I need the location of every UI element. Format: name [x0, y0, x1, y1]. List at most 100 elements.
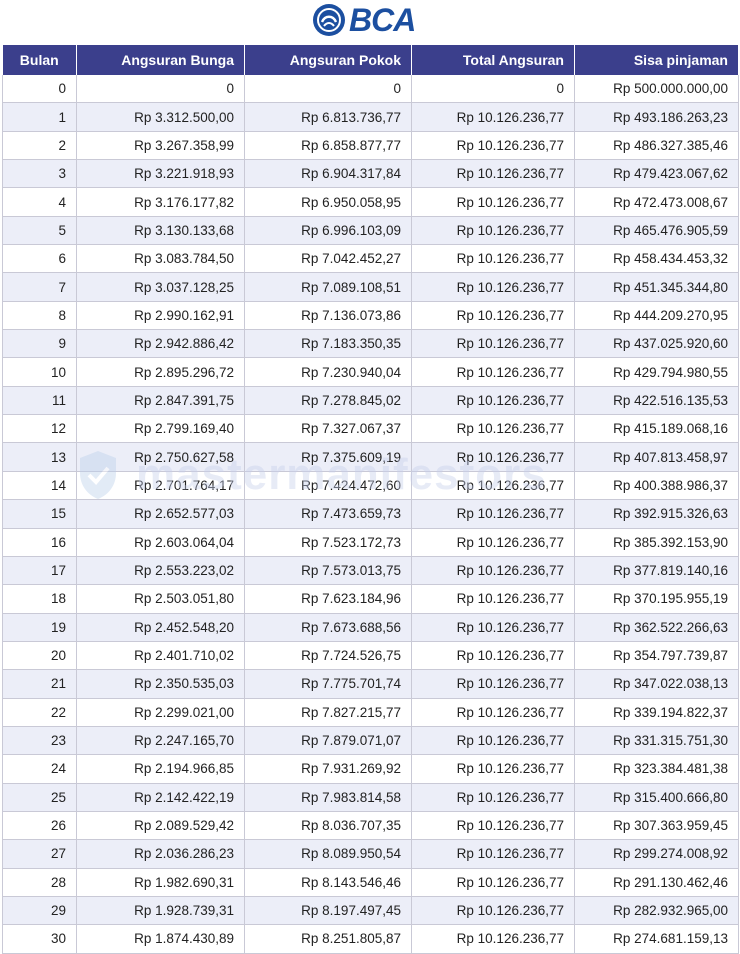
cell-angsuran-bunga: Rp 3.176.177,82	[76, 187, 245, 217]
cell-bulan: 18	[2, 584, 77, 614]
cell-sisa-pinjaman: Rp 385.392.153,90	[574, 528, 739, 557]
table-row: 30 Rp 1.874.430,89 Rp 8.251.805,87 Rp 10.12…	[2, 924, 739, 954]
table-row: 23 Rp 2.247.165,70 Rp 7.879.071,07 Rp 10.12…	[2, 726, 739, 756]
cell-total-angsuran: Rp 10.126.236,77	[411, 102, 575, 132]
cell-total-angsuran: Rp 10.126.236,77	[411, 357, 575, 387]
cell-angsuran-bunga: Rp 2.142.422,19	[76, 783, 245, 812]
table-row: 11 Rp 2.847.391,75 Rp 7.278.845,02 Rp 10.12…	[2, 386, 739, 416]
cell-angsuran-pokok: Rp 7.424.472,60	[244, 471, 412, 501]
cell-angsuran-pokok: Rp 7.983.814,58	[244, 783, 412, 812]
cell-angsuran-bunga: Rp 2.895.296,72	[76, 357, 245, 387]
cell-bulan: 26	[2, 811, 77, 841]
cell-bulan: 30	[2, 924, 77, 954]
cell-angsuran-pokok: Rp 6.950.058,95	[244, 187, 412, 217]
cell-angsuran-pokok: Rp 7.623.184,96	[244, 584, 412, 614]
cell-total-angsuran: Rp 10.126.236,77	[411, 613, 575, 642]
cell-angsuran-bunga: Rp 3.267.358,99	[76, 131, 245, 161]
cell-angsuran-bunga: Rp 3.221.918,93	[76, 159, 245, 189]
cell-sisa-pinjaman: Rp 299.274.008,92	[574, 839, 739, 869]
cell-sisa-pinjaman: Rp 429.794.980,55	[574, 357, 739, 387]
cell-total-angsuran: Rp 10.126.236,77	[411, 272, 575, 302]
cell-angsuran-bunga: Rp 2.847.391,75	[76, 386, 245, 416]
table-row: 26 Rp 2.089.529,42 Rp 8.036.707,35 Rp 10.12…	[2, 811, 739, 841]
cell-bulan: 5	[2, 216, 77, 246]
cell-angsuran-pokok: Rp 7.089.108,51	[244, 272, 412, 302]
cell-total-angsuran: Rp 10.126.236,77	[411, 414, 575, 444]
cell-bulan: 19	[2, 613, 77, 642]
cell-total-angsuran: Rp 10.126.236,77	[411, 924, 575, 954]
cell-bulan: 10	[2, 357, 77, 387]
cell-total-angsuran: Rp 10.126.236,77	[411, 754, 575, 784]
cell-bulan: 21	[2, 669, 77, 699]
cell-total-angsuran: Rp 10.126.236,77	[411, 811, 575, 841]
cell-angsuran-bunga: Rp 1.874.430,89	[76, 924, 245, 954]
cell-total-angsuran: Rp 10.126.236,77	[411, 187, 575, 217]
table-row: 17 Rp 2.553.223,02 Rp 7.573.013,75 Rp 10.12…	[2, 556, 739, 586]
cell-angsuran-bunga: Rp 2.799.169,40	[76, 414, 245, 444]
cell-sisa-pinjaman: Rp 331.315.751,30	[574, 726, 739, 756]
cell-sisa-pinjaman: Rp 486.327.385,46	[574, 131, 739, 161]
cell-total-angsuran: Rp 10.126.236,77	[411, 499, 575, 529]
cell-bulan: 12	[2, 414, 77, 444]
cell-sisa-pinjaman: Rp 370.195.955,19	[574, 584, 739, 614]
cell-angsuran-pokok: Rp 7.573.013,75	[244, 556, 412, 586]
header-sisa-pinjaman: Sisa pinjaman	[574, 45, 739, 75]
cell-total-angsuran: Rp 10.126.236,77	[411, 329, 575, 359]
cell-sisa-pinjaman: Rp 274.681.159,13	[574, 924, 739, 954]
cell-angsuran-bunga: Rp 1.982.690,31	[76, 868, 245, 897]
cell-angsuran-bunga: Rp 2.299.021,00	[76, 698, 245, 727]
cell-bulan: 8	[2, 301, 77, 331]
cell-bulan: 28	[2, 868, 77, 897]
cell-angsuran-pokok: Rp 8.089.950,54	[244, 839, 412, 869]
cell-bulan: 0	[2, 75, 77, 104]
installment-table: Bulan Angsuran Bunga Angsuran Pokok Tota…	[2, 45, 739, 954]
cell-angsuran-bunga: Rp 2.701.764,17	[76, 471, 245, 501]
cell-bulan: 14	[2, 471, 77, 501]
cell-bulan: 29	[2, 896, 77, 926]
cell-angsuran-bunga: Rp 2.036.286,23	[76, 839, 245, 869]
cell-angsuran-pokok: Rp 7.183.350,35	[244, 329, 412, 359]
cell-bulan: 27	[2, 839, 77, 869]
bca-emblem-icon	[313, 4, 345, 36]
cell-angsuran-pokok: Rp 7.327.067,37	[244, 414, 412, 444]
table-row: 9 Rp 2.942.886,42 Rp 7.183.350,35 Rp 10.126…	[2, 329, 739, 359]
cell-angsuran-bunga: Rp 2.652.577,03	[76, 499, 245, 529]
cell-angsuran-bunga: Rp 2.247.165,70	[76, 726, 245, 756]
cell-angsuran-bunga: Rp 3.037.128,25	[76, 272, 245, 302]
table-row: 5 Rp 3.130.133,68 Rp 6.996.103,09 Rp 10.126…	[2, 216, 739, 246]
table-row: 15 Rp 2.652.577,03 Rp 7.473.659,73 Rp 10.12…	[2, 499, 739, 529]
table-row: 3 Rp 3.221.918,93 Rp 6.904.317,84 Rp 10.126…	[2, 159, 739, 189]
cell-sisa-pinjaman: Rp 472.473.008,67	[574, 187, 739, 217]
cell-angsuran-pokok: Rp 6.904.317,84	[244, 159, 412, 189]
table-row: 28 Rp 1.982.690,31 Rp 8.143.546,46 Rp 10.12…	[2, 868, 739, 897]
cell-total-angsuran: Rp 10.126.236,77	[411, 244, 575, 274]
cell-angsuran-pokok: Rp 6.813.736,77	[244, 102, 412, 132]
cell-bulan: 22	[2, 698, 77, 727]
cell-sisa-pinjaman: Rp 315.400.666,80	[574, 783, 739, 812]
cell-bulan: 6	[2, 244, 77, 274]
cell-angsuran-pokok: Rp 7.136.073,86	[244, 301, 412, 331]
cell-sisa-pinjaman: Rp 307.363.959,45	[574, 811, 739, 841]
cell-bulan: 25	[2, 783, 77, 812]
table-row: 14 Rp 2.701.764,17 Rp 7.424.472,60 Rp 10.12…	[2, 471, 739, 501]
cell-angsuran-pokok: Rp 7.230.940,04	[244, 357, 412, 387]
table-row: 4 Rp 3.176.177,82 Rp 6.950.058,95 Rp 10.126…	[2, 187, 739, 217]
cell-total-angsuran: Rp 10.126.236,77	[411, 131, 575, 161]
cell-angsuran-pokok: Rp 8.143.546,46	[244, 868, 412, 897]
cell-total-angsuran: Rp 10.126.236,77	[411, 669, 575, 699]
cell-angsuran-pokok: Rp 8.197.497,45	[244, 896, 412, 926]
cell-sisa-pinjaman: Rp 323.384.481,38	[574, 754, 739, 784]
cell-angsuran-bunga: Rp 2.350.535,03	[76, 669, 245, 699]
cell-angsuran-pokok: Rp 7.523.172,73	[244, 528, 412, 557]
cell-angsuran-pokok: Rp 6.996.103,09	[244, 216, 412, 246]
header-total-angsuran: Total Angsuran	[411, 45, 575, 75]
table-row: 21 Rp 2.350.535,03 Rp 7.775.701,74 Rp 10.12…	[2, 669, 739, 699]
cell-angsuran-bunga: 0	[76, 75, 245, 104]
table-row: 18 Rp 2.503.051,80 Rp 7.623.184,96 Rp 10.12…	[2, 584, 739, 614]
cell-total-angsuran: Rp 10.126.236,77	[411, 528, 575, 557]
cell-total-angsuran: Rp 10.126.236,77	[411, 839, 575, 869]
cell-bulan: 1	[2, 102, 77, 132]
cell-angsuran-bunga: Rp 2.603.064,04	[76, 528, 245, 557]
cell-bulan: 15	[2, 499, 77, 529]
cell-bulan: 17	[2, 556, 77, 586]
